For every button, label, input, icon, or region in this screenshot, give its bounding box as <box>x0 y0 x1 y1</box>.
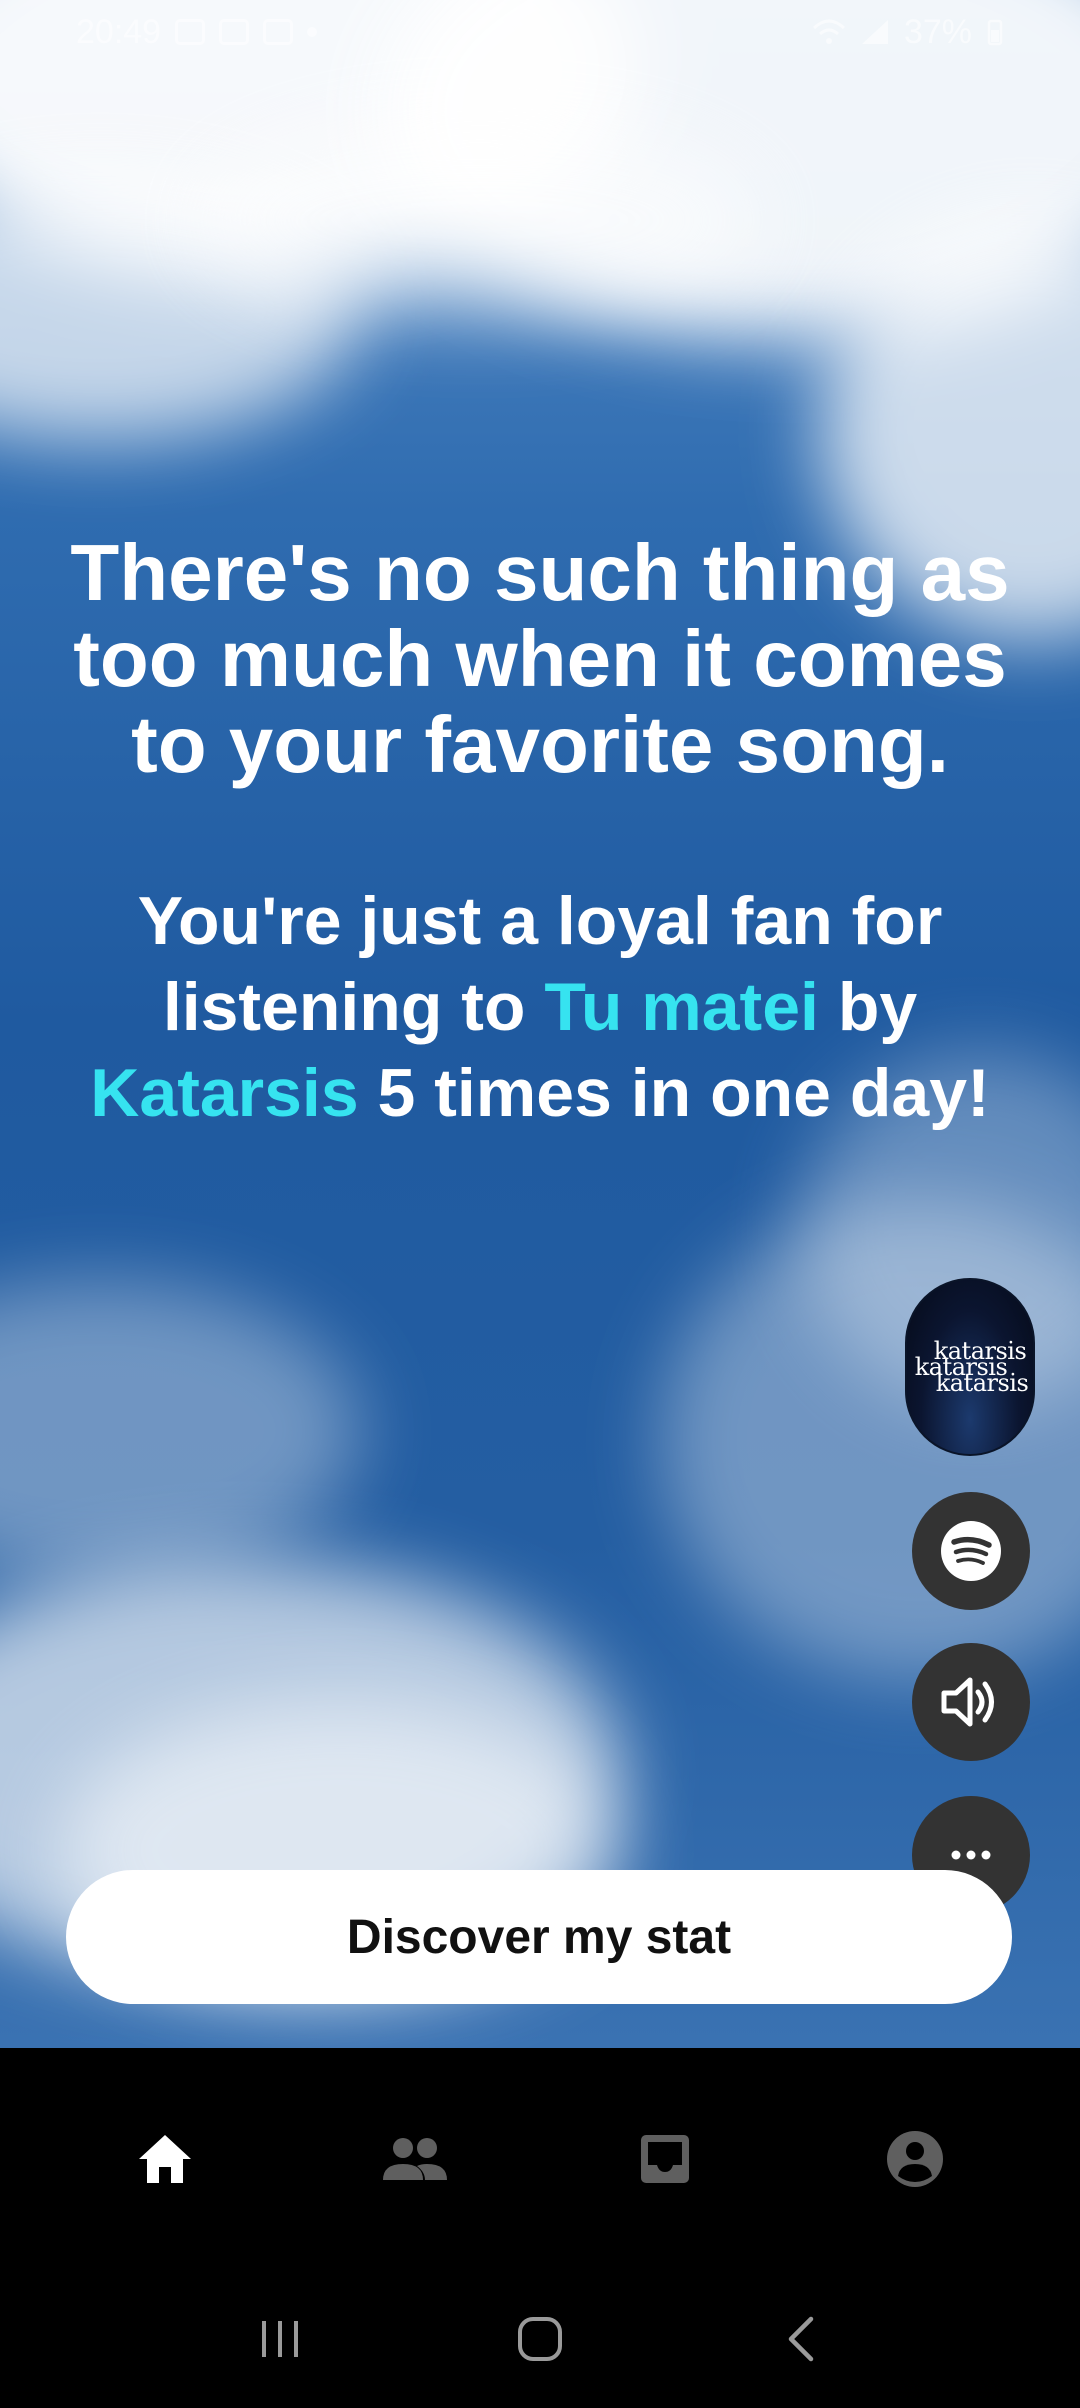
stat-text: by <box>818 969 918 1045</box>
battery-icon <box>987 19 1003 46</box>
status-time: 20:49 <box>76 12 162 51</box>
home-circle-icon <box>518 2317 562 2361</box>
friends-icon <box>383 2138 447 2180</box>
stat-text: 5 times in one day! <box>358 1055 990 1131</box>
stat-description: You're just a loyal fan for listening to… <box>60 878 1020 1136</box>
back-button[interactable] <box>750 2289 850 2389</box>
nav-inbox[interactable] <box>605 2099 725 2219</box>
cloud-decoration <box>200 120 760 320</box>
volume-icon <box>941 1677 994 1727</box>
signal-icon <box>861 20 888 44</box>
album-art-text: katarsis <box>935 1369 1029 1397</box>
dot-icon <box>307 27 318 37</box>
song-title: Tu matei <box>544 969 819 1045</box>
nav-home[interactable] <box>105 2099 225 2219</box>
cloud-decoration <box>0 1280 360 1580</box>
spotify-button[interactable] <box>912 1492 1030 1610</box>
notification-icon <box>263 19 294 45</box>
home-system-button[interactable] <box>490 2289 590 2389</box>
system-navigation-bar <box>0 2270 1080 2408</box>
bottom-navigation <box>0 2048 1080 2270</box>
inbox-icon <box>641 2135 689 2183</box>
nav-friends[interactable] <box>355 2099 475 2219</box>
battery-percent: 37% <box>903 12 972 51</box>
nav-profile[interactable] <box>855 2099 975 2219</box>
notification-icon <box>219 19 250 45</box>
headline-text: There's no such thing as too much when i… <box>70 528 1010 789</box>
back-icon <box>788 2316 814 2362</box>
profile-icon <box>887 2131 943 2187</box>
recent-apps-button[interactable] <box>230 2289 330 2389</box>
spotify-icon <box>941 1521 1001 1581</box>
artist-name: Katarsis <box>90 1055 359 1131</box>
sound-button[interactable] <box>912 1643 1030 1761</box>
notification-icon <box>175 19 206 45</box>
album-art-button[interactable]: katarsis katarsis katarsis <box>905 1278 1035 1456</box>
wifi-icon <box>812 19 845 44</box>
discover-stat-button[interactable]: Discover my stat <box>66 1870 1012 2004</box>
recent-apps-icon <box>262 2321 298 2357</box>
more-horizontal-icon <box>951 1850 991 1860</box>
status-bar: 20:49 37% <box>0 0 1080 64</box>
home-icon <box>139 2135 191 2183</box>
